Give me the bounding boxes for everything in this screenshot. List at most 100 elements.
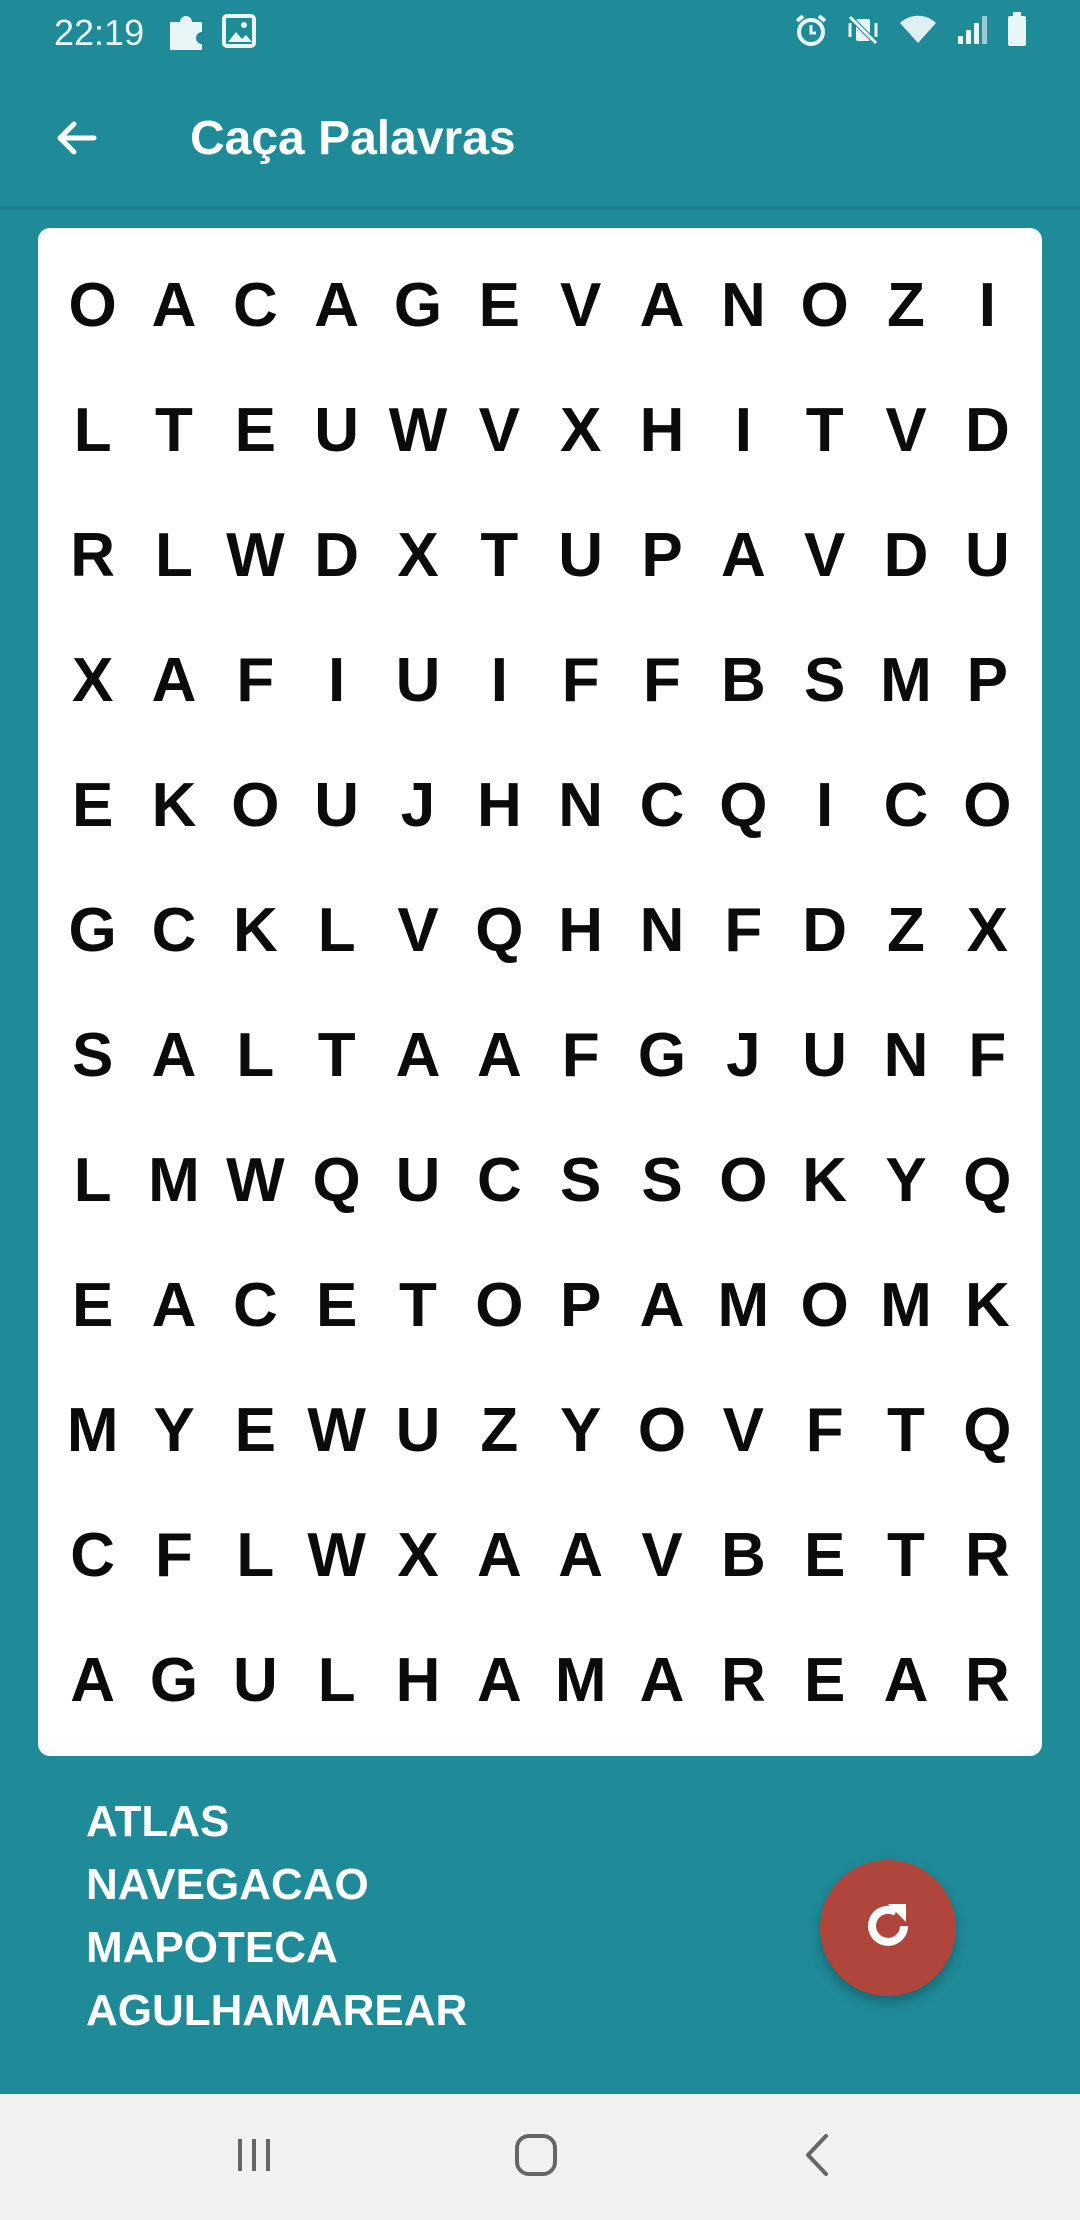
refresh-button[interactable] [820,1860,956,1996]
grid-cell[interactable]: U [296,368,377,493]
grid-cell[interactable]: A [459,1618,540,1743]
grid-cell[interactable]: J [703,993,784,1118]
grid-cell[interactable]: T [865,1368,946,1493]
grid-cell[interactable]: Y [133,1368,214,1493]
grid-cell[interactable]: A [459,1493,540,1618]
grid-cell[interactable]: L [52,1118,133,1243]
grid-cell[interactable]: L [52,368,133,493]
grid-cell[interactable]: A [133,243,214,368]
grid-cell[interactable]: F [784,1368,865,1493]
grid-cell[interactable]: M [133,1118,214,1243]
grid-cell[interactable]: O [621,1368,702,1493]
grid-cell[interactable]: L [296,1618,377,1743]
grid-cell[interactable]: Q [947,1118,1028,1243]
grid-cell[interactable]: K [133,743,214,868]
grid-cell[interactable]: U [377,1118,458,1243]
nav-back-button[interactable] [778,2124,858,2190]
grid-cell[interactable]: K [215,868,296,993]
grid-cell[interactable]: V [459,368,540,493]
grid-cell[interactable]: I [459,618,540,743]
grid-cell[interactable]: A [133,1243,214,1368]
grid-cell[interactable]: T [784,368,865,493]
grid-cell[interactable]: A [459,993,540,1118]
grid-cell[interactable]: B [703,1493,784,1618]
grid-cell[interactable]: N [621,868,702,993]
grid-cell[interactable]: X [540,368,621,493]
grid-cell[interactable]: E [215,1368,296,1493]
grid-cell[interactable]: R [947,1493,1028,1618]
grid-cell[interactable]: F [703,868,784,993]
grid-cell[interactable]: V [377,868,458,993]
grid-cell[interactable]: E [296,1243,377,1368]
grid-cell[interactable]: N [865,993,946,1118]
grid-cell[interactable]: S [52,993,133,1118]
grid-cell[interactable]: B [703,618,784,743]
grid-cell[interactable]: V [703,1368,784,1493]
grid-cell[interactable]: M [52,1368,133,1493]
grid-cell[interactable]: U [540,493,621,618]
grid-cell[interactable]: D [865,493,946,618]
grid-cell[interactable]: I [784,743,865,868]
grid-cell[interactable]: Z [459,1368,540,1493]
grid-cell[interactable]: K [947,1243,1028,1368]
grid-cell[interactable]: T [296,993,377,1118]
grid-cell[interactable]: U [296,743,377,868]
grid-cell[interactable]: V [540,243,621,368]
grid-cell[interactable]: A [865,1618,946,1743]
grid-cell[interactable]: X [377,493,458,618]
grid-cell[interactable]: T [377,1243,458,1368]
grid-cell[interactable]: A [703,493,784,618]
grid-cell[interactable]: G [133,1618,214,1743]
grid-cell[interactable]: O [215,743,296,868]
grid-cell[interactable]: Q [703,743,784,868]
grid-cell[interactable]: E [52,1243,133,1368]
grid-cell[interactable]: H [540,868,621,993]
grid-cell[interactable]: I [703,368,784,493]
grid-cell[interactable]: O [947,743,1028,868]
grid-cell[interactable]: U [377,618,458,743]
grid-cell[interactable]: P [621,493,702,618]
grid-cell[interactable]: Y [540,1368,621,1493]
grid-cell[interactable]: S [621,1118,702,1243]
grid-cell[interactable]: F [540,618,621,743]
letter-grid[interactable]: OACAGEVANOZILTEUWVXHITVDRLWDXTUPAVDUXAFI… [52,243,1028,1743]
grid-cell[interactable]: E [215,368,296,493]
grid-cell[interactable]: U [784,993,865,1118]
grid-cell[interactable]: W [296,1368,377,1493]
grid-cell[interactable]: R [703,1618,784,1743]
grid-cell[interactable]: V [865,368,946,493]
grid-cell[interactable]: H [621,368,702,493]
grid-cell[interactable]: F [621,618,702,743]
grid-cell[interactable]: I [296,618,377,743]
grid-cell[interactable]: C [133,868,214,993]
grid-cell[interactable]: C [459,1118,540,1243]
grid-cell[interactable]: R [947,1618,1028,1743]
grid-cell[interactable]: M [865,618,946,743]
grid-cell[interactable]: A [621,1243,702,1368]
grid-cell[interactable]: A [133,993,214,1118]
grid-cell[interactable]: C [52,1493,133,1618]
grid-cell[interactable]: S [784,618,865,743]
grid-cell[interactable]: X [52,618,133,743]
grid-cell[interactable]: A [377,993,458,1118]
grid-cell[interactable]: T [133,368,214,493]
grid-cell[interactable]: V [621,1493,702,1618]
grid-cell[interactable]: V [784,493,865,618]
grid-cell[interactable]: H [459,743,540,868]
back-button[interactable] [40,104,112,176]
grid-cell[interactable]: N [703,243,784,368]
grid-cell[interactable]: L [215,1493,296,1618]
grid-cell[interactable]: L [133,493,214,618]
grid-cell[interactable]: C [621,743,702,868]
grid-cell[interactable]: I [947,243,1028,368]
grid-cell[interactable]: Z [865,868,946,993]
grid-cell[interactable]: U [947,493,1028,618]
grid-cell[interactable]: D [947,368,1028,493]
grid-cell[interactable]: O [784,243,865,368]
grid-cell[interactable]: F [540,993,621,1118]
grid-cell[interactable]: Y [865,1118,946,1243]
grid-cell[interactable]: X [377,1493,458,1618]
grid-cell[interactable]: Q [947,1368,1028,1493]
grid-cell[interactable]: S [540,1118,621,1243]
grid-cell[interactable]: O [52,243,133,368]
